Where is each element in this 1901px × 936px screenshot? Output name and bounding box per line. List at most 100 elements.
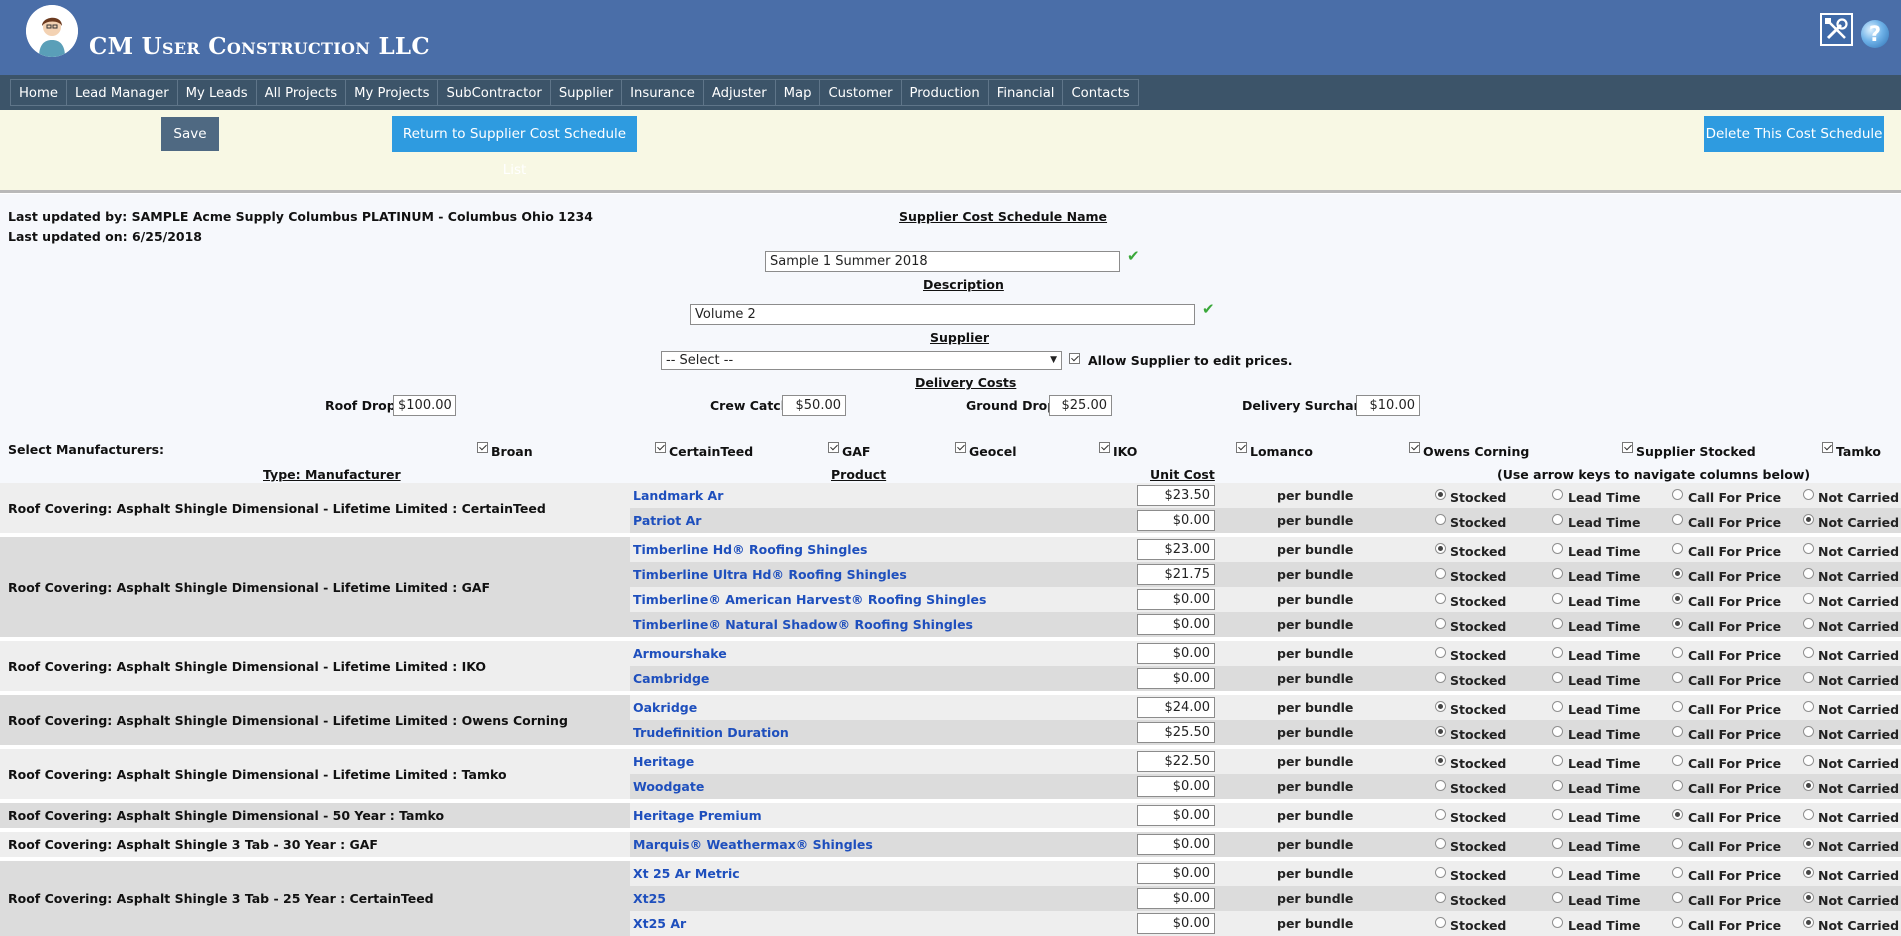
unit-cost-input[interactable]: $0.00 — [1137, 776, 1215, 797]
unit-cost-input[interactable]: $0.00 — [1137, 863, 1215, 884]
status-radio-lead-time[interactable] — [1552, 514, 1563, 525]
tools-icon[interactable] — [1820, 13, 1853, 46]
crew-catch-input[interactable]: $50.00 — [782, 395, 846, 416]
status-radio-call-for-price[interactable] — [1672, 809, 1683, 820]
unit-cost-input[interactable]: $23.00 — [1137, 539, 1215, 560]
delivery-surcharge-input[interactable]: $10.00 — [1356, 395, 1420, 416]
status-radio-not-carried[interactable] — [1803, 593, 1814, 604]
manufacturer-checkbox[interactable] — [1622, 442, 1633, 453]
product-link[interactable]: Timberline® American Harvest® Roofing Sh… — [633, 592, 986, 607]
manufacturer-checkbox[interactable] — [1099, 442, 1110, 453]
status-radio-call-for-price[interactable] — [1672, 618, 1683, 629]
allow-edit-checkbox[interactable] — [1069, 353, 1080, 364]
status-radio-call-for-price[interactable] — [1672, 917, 1683, 928]
help-icon[interactable]: ? — [1861, 20, 1889, 48]
status-radio-lead-time[interactable] — [1552, 593, 1563, 604]
nav-item-production[interactable]: Production — [900, 79, 989, 106]
manufacturer-checkbox[interactable] — [1409, 442, 1420, 453]
status-radio-not-carried[interactable] — [1803, 755, 1814, 766]
status-radio-not-carried[interactable] — [1803, 892, 1814, 903]
status-radio-stocked[interactable] — [1435, 838, 1446, 849]
status-radio-lead-time[interactable] — [1552, 701, 1563, 712]
nav-item-adjuster[interactable]: Adjuster — [702, 79, 776, 106]
status-radio-call-for-price[interactable] — [1672, 514, 1683, 525]
manufacturer-checkbox[interactable] — [477, 442, 488, 453]
product-link[interactable]: Landmark Ar — [633, 488, 723, 503]
status-radio-call-for-price[interactable] — [1672, 701, 1683, 712]
nav-item-my-leads[interactable]: My Leads — [176, 79, 257, 106]
status-radio-call-for-price[interactable] — [1672, 568, 1683, 579]
status-radio-not-carried[interactable] — [1803, 867, 1814, 878]
status-radio-not-carried[interactable] — [1803, 809, 1814, 820]
status-radio-stocked[interactable] — [1435, 809, 1446, 820]
ground-drop-input[interactable]: $25.00 — [1049, 395, 1112, 416]
status-radio-stocked[interactable] — [1435, 568, 1446, 579]
status-radio-stocked[interactable] — [1435, 489, 1446, 500]
product-link[interactable]: Woodgate — [633, 779, 704, 794]
status-radio-not-carried[interactable] — [1803, 672, 1814, 683]
unit-cost-input[interactable]: $23.50 — [1137, 485, 1215, 506]
product-link[interactable]: Heritage — [633, 754, 694, 769]
status-radio-call-for-price[interactable] — [1672, 780, 1683, 791]
status-radio-stocked[interactable] — [1435, 618, 1446, 629]
manufacturer-checkbox[interactable] — [1822, 442, 1833, 453]
status-radio-not-carried[interactable] — [1803, 647, 1814, 658]
status-radio-not-carried[interactable] — [1803, 701, 1814, 712]
nav-item-lead-manager[interactable]: Lead Manager — [65, 79, 178, 106]
status-radio-not-carried[interactable] — [1803, 726, 1814, 737]
status-radio-lead-time[interactable] — [1552, 726, 1563, 737]
status-radio-not-carried[interactable] — [1803, 618, 1814, 629]
schedule-name-input[interactable]: Sample 1 Summer 2018 — [765, 251, 1120, 272]
product-link[interactable]: Heritage Premium — [633, 808, 762, 823]
status-radio-stocked[interactable] — [1435, 892, 1446, 903]
manufacturer-checkbox[interactable] — [955, 442, 966, 453]
status-radio-call-for-price[interactable] — [1672, 672, 1683, 683]
product-link[interactable]: Xt25 — [633, 891, 666, 906]
unit-cost-input[interactable]: $22.50 — [1137, 751, 1215, 772]
unit-cost-input[interactable]: $0.00 — [1137, 614, 1215, 635]
status-radio-stocked[interactable] — [1435, 726, 1446, 737]
product-link[interactable]: Timberline® Natural Shadow® Roofing Shin… — [633, 617, 973, 632]
nav-item-subcontractor[interactable]: SubContractor — [437, 79, 551, 106]
status-radio-lead-time[interactable] — [1552, 755, 1563, 766]
unit-cost-input[interactable]: $21.75 — [1137, 564, 1215, 585]
manufacturer-checkbox[interactable] — [1236, 442, 1247, 453]
status-radio-lead-time[interactable] — [1552, 647, 1563, 658]
status-radio-not-carried[interactable] — [1803, 917, 1814, 928]
product-link[interactable]: Xt 25 Ar Metric — [633, 866, 740, 881]
status-radio-stocked[interactable] — [1435, 647, 1446, 658]
delete-schedule-button[interactable]: Delete This Cost Schedule — [1704, 116, 1884, 152]
product-link[interactable]: Cambridge — [633, 671, 709, 686]
status-radio-stocked[interactable] — [1435, 672, 1446, 683]
status-radio-lead-time[interactable] — [1552, 809, 1563, 820]
status-radio-not-carried[interactable] — [1803, 514, 1814, 525]
nav-item-supplier[interactable]: Supplier — [549, 79, 623, 106]
unit-cost-input[interactable]: $24.00 — [1137, 697, 1215, 718]
status-radio-call-for-price[interactable] — [1672, 647, 1683, 658]
unit-cost-input[interactable]: $0.00 — [1137, 888, 1215, 909]
supplier-select[interactable]: -- Select -- ▼ — [661, 351, 1062, 370]
status-radio-lead-time[interactable] — [1552, 838, 1563, 849]
status-radio-not-carried[interactable] — [1803, 568, 1814, 579]
product-link[interactable]: Armourshake — [633, 646, 727, 661]
unit-cost-input[interactable]: $0.00 — [1137, 834, 1215, 855]
status-radio-lead-time[interactable] — [1552, 672, 1563, 683]
unit-cost-input[interactable]: $0.00 — [1137, 589, 1215, 610]
manufacturer-checkbox[interactable] — [828, 442, 839, 453]
status-radio-stocked[interactable] — [1435, 543, 1446, 554]
status-radio-call-for-price[interactable] — [1672, 726, 1683, 737]
status-radio-not-carried[interactable] — [1803, 543, 1814, 554]
nav-item-home[interactable]: Home — [10, 79, 67, 106]
nav-item-customer[interactable]: Customer — [819, 79, 902, 106]
unit-cost-input[interactable]: $0.00 — [1137, 668, 1215, 689]
nav-item-financial[interactable]: Financial — [987, 79, 1064, 106]
product-link[interactable]: Timberline Ultra Hd® Roofing Shingles — [633, 567, 907, 582]
status-radio-stocked[interactable] — [1435, 917, 1446, 928]
description-input[interactable]: Volume 2 — [690, 304, 1195, 325]
status-radio-lead-time[interactable] — [1552, 867, 1563, 878]
product-link[interactable]: Patriot Ar — [633, 513, 701, 528]
manufacturer-checkbox[interactable] — [655, 442, 666, 453]
status-radio-call-for-price[interactable] — [1672, 543, 1683, 554]
unit-cost-input[interactable]: $0.00 — [1137, 805, 1215, 826]
status-radio-stocked[interactable] — [1435, 867, 1446, 878]
